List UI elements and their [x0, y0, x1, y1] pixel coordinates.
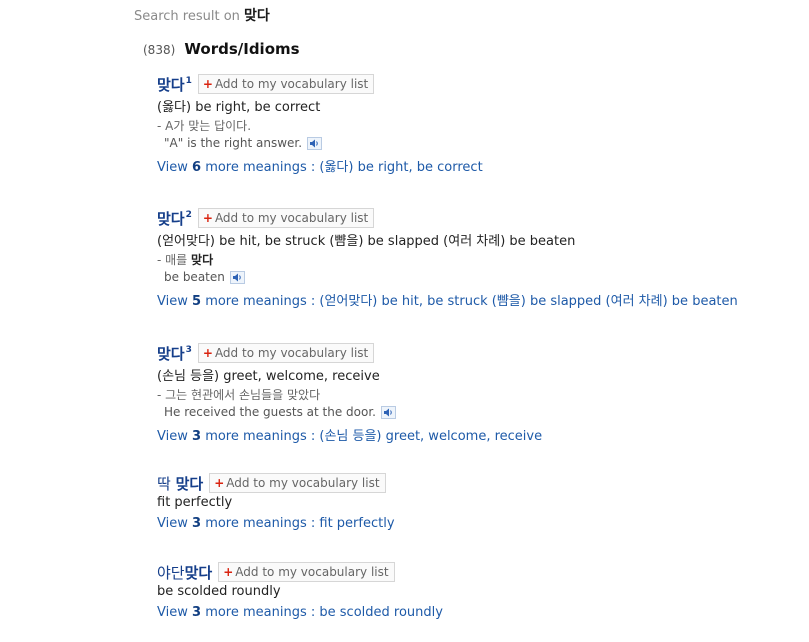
add-label: Add to my vocabulary list — [214, 77, 369, 91]
headword-link[interactable]: 맞다1 — [157, 74, 192, 95]
add-label: Add to my vocabulary list — [214, 346, 369, 360]
view-suffix: more meanings : — [205, 605, 316, 620]
example-sentence: - 그는 현관에서 손님들을 맞았다 — [157, 386, 542, 403]
view-prefix: View — [157, 294, 188, 309]
view-more-meanings-link[interactable]: View 3 more meanings : (손님 등을) greet, we… — [157, 425, 542, 444]
words-idioms-section-title: (838) Words/Idioms — [143, 39, 300, 58]
search-result-header: Search result on 맞다 — [134, 5, 270, 25]
search-result-prefix: Search result on — [134, 9, 240, 24]
headword-link[interactable]: 맞다3 — [157, 343, 192, 364]
plus-icon: + — [223, 565, 234, 579]
headword-text: 맞다 — [175, 474, 204, 493]
search-query: 맞다 — [244, 8, 270, 24]
entry-5: 야단맞다 + Add to my vocabulary list be scold… — [157, 561, 443, 620]
more-count: 3 — [192, 516, 202, 531]
plus-icon: + — [202, 77, 213, 91]
headword-link[interactable]: 딱 맞다 — [157, 473, 203, 494]
headword-text: 맞다 — [184, 563, 213, 582]
example-translation: be beaten — [157, 270, 738, 284]
example-keyword: 맞다 — [191, 253, 214, 267]
result-count: (838) — [143, 43, 176, 57]
speaker-icon[interactable] — [229, 270, 245, 284]
headword-text: 맞다 — [157, 344, 185, 363]
more-meanings-text: be scolded roundly — [319, 605, 443, 620]
add-to-vocabulary-button[interactable]: + Add to my vocabulary list — [197, 74, 375, 94]
section-label: Words/Idioms — [184, 40, 300, 58]
entry-1: 맞다1 + Add to my vocabulary list (옳다) be r… — [157, 73, 483, 175]
view-prefix: View — [157, 160, 188, 175]
more-meanings-text: (옳다) be right, be correct — [319, 160, 483, 175]
view-suffix: more meanings : — [205, 160, 316, 175]
translation-text: He received the guests at the door. — [164, 405, 376, 419]
view-suffix: more meanings : — [205, 429, 316, 444]
view-more-meanings-link[interactable]: View 3 more meanings : fit perfectly — [157, 516, 395, 531]
more-count: 3 — [192, 429, 202, 444]
headword-link[interactable]: 맞다2 — [157, 208, 192, 229]
add-to-vocabulary-button[interactable]: + Add to my vocabulary list — [197, 208, 375, 228]
meaning-text: be scolded roundly — [157, 584, 281, 599]
homograph-number: 1 — [185, 75, 192, 86]
view-suffix: more meanings : — [205, 516, 316, 531]
entry-4: 딱 맞다 + Add to my vocabulary list fit perf… — [157, 472, 395, 531]
entry-3: 맞다3 + Add to my vocabulary list (손님 등을) g… — [157, 342, 542, 444]
headword-link[interactable]: 야단맞다 — [157, 562, 212, 583]
headword-prefix: 야단 — [157, 563, 185, 582]
entry-2: 맞다2 + Add to my vocabulary list (얻어맞다) be… — [157, 207, 738, 309]
translation-text: be beaten — [164, 270, 225, 284]
add-to-vocabulary-button[interactable]: + Add to my vocabulary list — [218, 562, 395, 582]
view-more-meanings-link[interactable]: View 6 more meanings : (옳다) be right, be… — [157, 156, 483, 175]
headword-prefix: 딱 — [157, 474, 176, 493]
add-to-vocabulary-button[interactable]: + Add to my vocabulary list — [209, 473, 386, 493]
more-count: 5 — [192, 294, 202, 309]
view-prefix: View — [157, 429, 188, 444]
example-text: - 매를 — [157, 253, 192, 267]
view-more-meanings-link[interactable]: View 5 more meanings : (얻어맞다) be hit, be… — [157, 290, 738, 309]
homograph-number: 2 — [185, 209, 192, 220]
example-text: - 그는 현관에서 손님들을 맞았다 — [157, 388, 321, 402]
speaker-icon[interactable] — [380, 405, 396, 419]
meaning-text: fit perfectly — [157, 495, 233, 510]
translation-text: "A" is the right answer. — [164, 136, 303, 150]
headword-text: 맞다 — [157, 209, 185, 228]
example-translation: "A" is the right answer. — [157, 136, 483, 150]
add-label: Add to my vocabulary list — [214, 211, 369, 225]
example-text: - A가 맞는 답이다. — [157, 119, 252, 133]
more-meanings-text: (손님 등을) greet, welcome, receive — [319, 429, 543, 444]
more-count: 3 — [192, 605, 202, 620]
example-translation: He received the guests at the door. — [157, 405, 542, 419]
add-label: Add to my vocabulary list — [226, 476, 380, 490]
view-prefix: View — [157, 605, 188, 620]
speaker-icon[interactable] — [307, 136, 323, 150]
add-to-vocabulary-button[interactable]: + Add to my vocabulary list — [197, 343, 375, 363]
example-sentence: - A가 맞는 답이다. — [157, 117, 483, 134]
meaning-text: (얻어맞다) be hit, be struck (뺨을) be slapped… — [157, 234, 576, 249]
add-label: Add to my vocabulary list — [235, 565, 389, 579]
view-suffix: more meanings : — [205, 294, 316, 309]
homograph-number: 3 — [185, 344, 192, 355]
view-prefix: View — [157, 516, 188, 531]
plus-icon: + — [202, 346, 213, 360]
plus-icon: + — [202, 211, 213, 225]
more-meanings-text: fit perfectly — [319, 516, 395, 531]
view-more-meanings-link[interactable]: View 3 more meanings : be scolded roundl… — [157, 605, 443, 620]
plus-icon: + — [214, 476, 225, 490]
more-count: 6 — [192, 160, 202, 175]
more-meanings-text: (얻어맞다) be hit, be struck (뺨을) be slapped… — [319, 294, 738, 309]
meaning-text: (옳다) be right, be correct — [157, 100, 321, 115]
meaning-text: (손님 등을) greet, welcome, receive — [157, 369, 380, 384]
headword-text: 맞다 — [157, 75, 185, 94]
example-sentence: - 매를 맞다 — [157, 251, 738, 268]
